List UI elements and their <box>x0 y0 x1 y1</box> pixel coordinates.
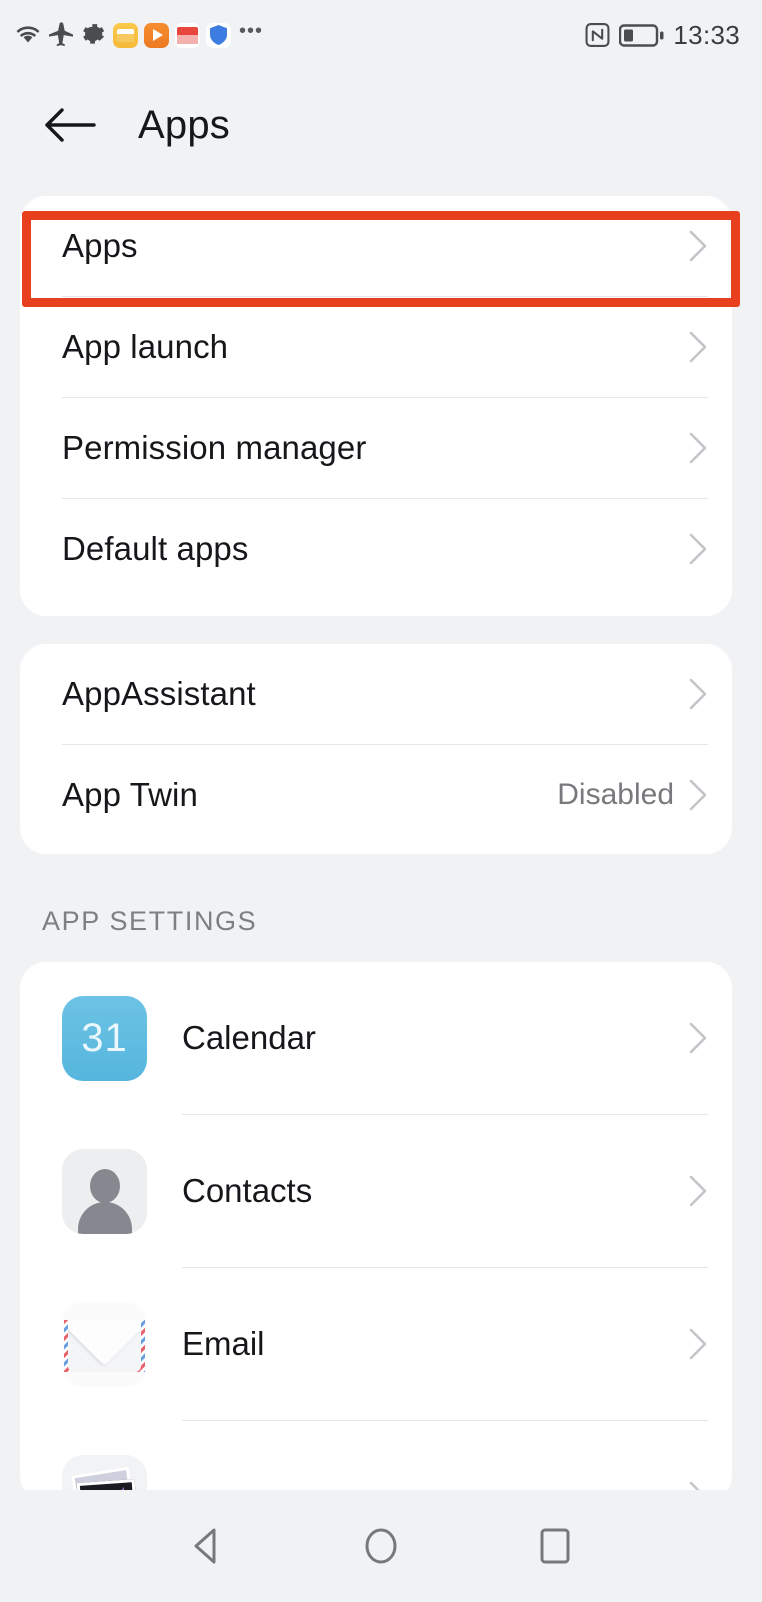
app-row-email-label: Email <box>182 1325 688 1363</box>
wifi-icon <box>14 22 42 48</box>
page-header: Apps <box>0 70 762 180</box>
nfc-icon <box>585 22 610 48</box>
nav-home-button[interactable] <box>351 1516 411 1576</box>
row-app-twin-label: App Twin <box>62 776 557 814</box>
nav-recents-button[interactable] <box>525 1516 585 1576</box>
calendar-app-icon: 31 <box>62 996 147 1081</box>
back-button[interactable] <box>44 102 96 148</box>
row-apps[interactable]: Apps <box>20 196 732 296</box>
row-app-launch-label: App launch <box>62 328 688 366</box>
app-row-calendar-label: Calendar <box>182 1019 688 1057</box>
chevron-right-icon <box>688 532 708 566</box>
android-navigation-bar <box>0 1490 762 1602</box>
chevron-right-icon <box>688 229 708 263</box>
row-apps-label: Apps <box>62 227 688 265</box>
phone-screen: ••• 13:33 Apps Apps <box>0 0 762 1602</box>
video-player-app-icon <box>144 23 169 48</box>
app-row-email[interactable]: Email <box>20 1268 732 1420</box>
row-app-twin[interactable]: App Twin Disabled <box>20 745 732 845</box>
chevron-right-icon <box>688 778 708 812</box>
security-shield-app-icon <box>206 23 231 48</box>
airplane-mode-icon <box>48 22 75 48</box>
row-default-apps[interactable]: Default apps <box>20 499 732 599</box>
nav-recents-icon <box>533 1524 577 1568</box>
person-body-shape <box>78 1202 132 1234</box>
chevron-right-icon <box>688 330 708 364</box>
calendar-app-icon-date: 31 <box>81 1016 128 1061</box>
status-bar-left-icons: ••• <box>14 22 263 48</box>
chevron-right-icon <box>688 431 708 465</box>
row-appassistant-label: AppAssistant <box>62 675 688 713</box>
back-arrow-icon <box>44 105 96 145</box>
status-bar-clock: 13:33 <box>673 20 740 51</box>
nav-back-button[interactable] <box>177 1516 237 1576</box>
row-app-launch[interactable]: App launch <box>20 297 732 397</box>
nav-home-icon <box>359 1524 403 1568</box>
section-title-app-settings: APP SETTINGS <box>42 906 257 937</box>
nav-back-icon <box>185 1524 229 1568</box>
row-default-apps-label: Default apps <box>62 530 688 568</box>
page-title: Apps <box>138 103 230 148</box>
row-appassistant[interactable]: AppAssistant <box>20 644 732 744</box>
app-settings-card: 31 Calendar Contacts Email <box>20 962 732 1502</box>
email-app-icon <box>62 1302 147 1387</box>
notes-app-icon <box>113 23 138 48</box>
chevron-right-icon <box>688 1327 708 1361</box>
contacts-app-icon <box>62 1149 147 1234</box>
settings-gear-icon <box>81 22 107 48</box>
more-notifications-icon: ••• <box>239 26 263 44</box>
chevron-right-icon <box>688 1174 708 1208</box>
status-bar: ••• 13:33 <box>0 0 762 70</box>
envelope-flap-shape <box>68 1320 141 1372</box>
app-row-contacts-label: Contacts <box>182 1172 688 1210</box>
row-app-twin-value: Disabled <box>557 778 674 812</box>
app-row-contacts[interactable]: Contacts <box>20 1115 732 1267</box>
row-permission-manager-label: Permission manager <box>62 429 688 467</box>
app-tools-card: AppAssistant App Twin Disabled <box>20 644 732 854</box>
row-permission-manager[interactable]: Permission manager <box>20 398 732 498</box>
chevron-right-icon <box>688 677 708 711</box>
status-bar-right-icons: 13:33 <box>585 20 740 51</box>
person-head-shape <box>90 1169 120 1203</box>
chevron-right-icon <box>688 1021 708 1055</box>
app-row-calendar[interactable]: 31 Calendar <box>20 962 732 1114</box>
mail-app-icon <box>175 23 200 48</box>
battery-icon <box>619 23 664 48</box>
apps-settings-card: Apps App launch Permission manager Defau… <box>20 196 732 616</box>
